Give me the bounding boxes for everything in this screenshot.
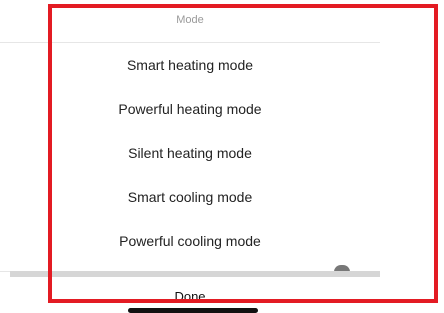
mode-picker-screen: Mode Smart heating mode Powerful heating… xyxy=(0,0,444,313)
option-powerful-cooling[interactable]: Powerful cooling mode xyxy=(0,219,380,264)
mode-picker-sheet: Mode Smart heating mode Powerful heating… xyxy=(0,0,444,313)
option-silent-heating[interactable]: Silent heating mode xyxy=(0,131,380,176)
option-powerful-heating[interactable]: Powerful heating mode xyxy=(0,87,380,132)
picker-title: Mode xyxy=(0,0,380,43)
option-smart-cooling[interactable]: Smart cooling mode xyxy=(0,175,380,220)
option-smart-heating[interactable]: Smart heating mode xyxy=(0,43,380,88)
home-indicator xyxy=(128,308,258,313)
